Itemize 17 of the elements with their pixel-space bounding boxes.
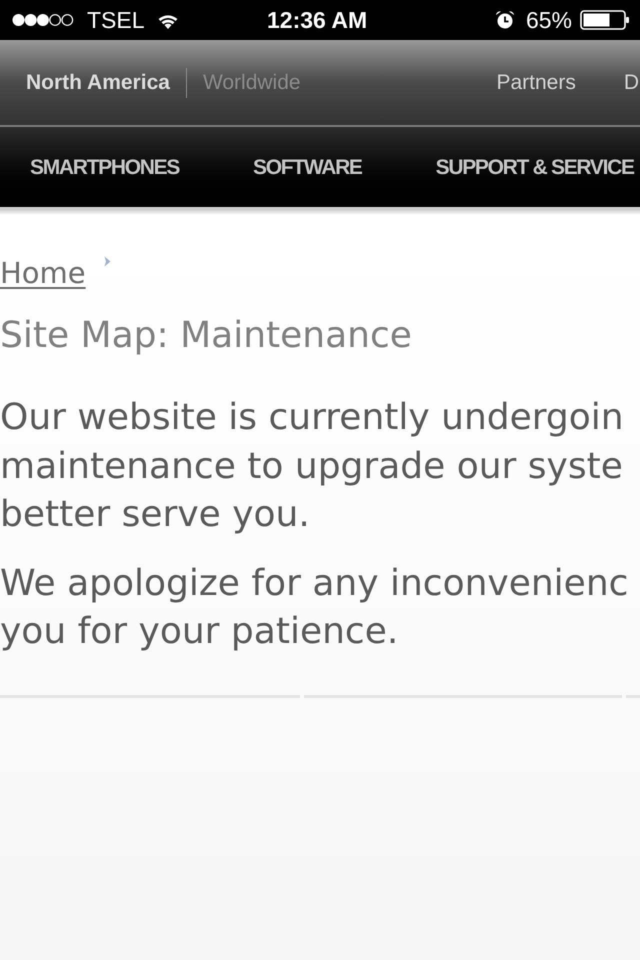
carrier-name: TSEL (87, 8, 145, 32)
battery-icon (580, 10, 630, 30)
signal-strength-icon (12, 13, 74, 27)
header-link[interactable]: D (624, 72, 639, 93)
region-tab[interactable]: North America (26, 72, 170, 93)
nav-item[interactable]: SOFTWARE (253, 156, 362, 178)
clock-time: 12:36 AM (267, 8, 368, 32)
message-paragraph: We apologize for any inconvenienc you for your patience. (0, 562, 630, 654)
battery-percentage: 65% (526, 8, 572, 32)
nav-item[interactable]: SMARTPHONES (30, 156, 180, 178)
chevron-icon (104, 256, 111, 267)
message-paragraph: Our website is currently undergoin maintenance to upgrade our syste better serve you. (0, 396, 625, 537)
alarm-clock-icon (494, 10, 515, 30)
nav-item[interactable]: SUPPORT & SERVICE (436, 156, 634, 178)
header-link[interactable]: Partners (496, 72, 576, 93)
page-title: Site Map: Maintenance (0, 314, 413, 358)
breadcrumb-link[interactable]: Home (0, 255, 86, 291)
